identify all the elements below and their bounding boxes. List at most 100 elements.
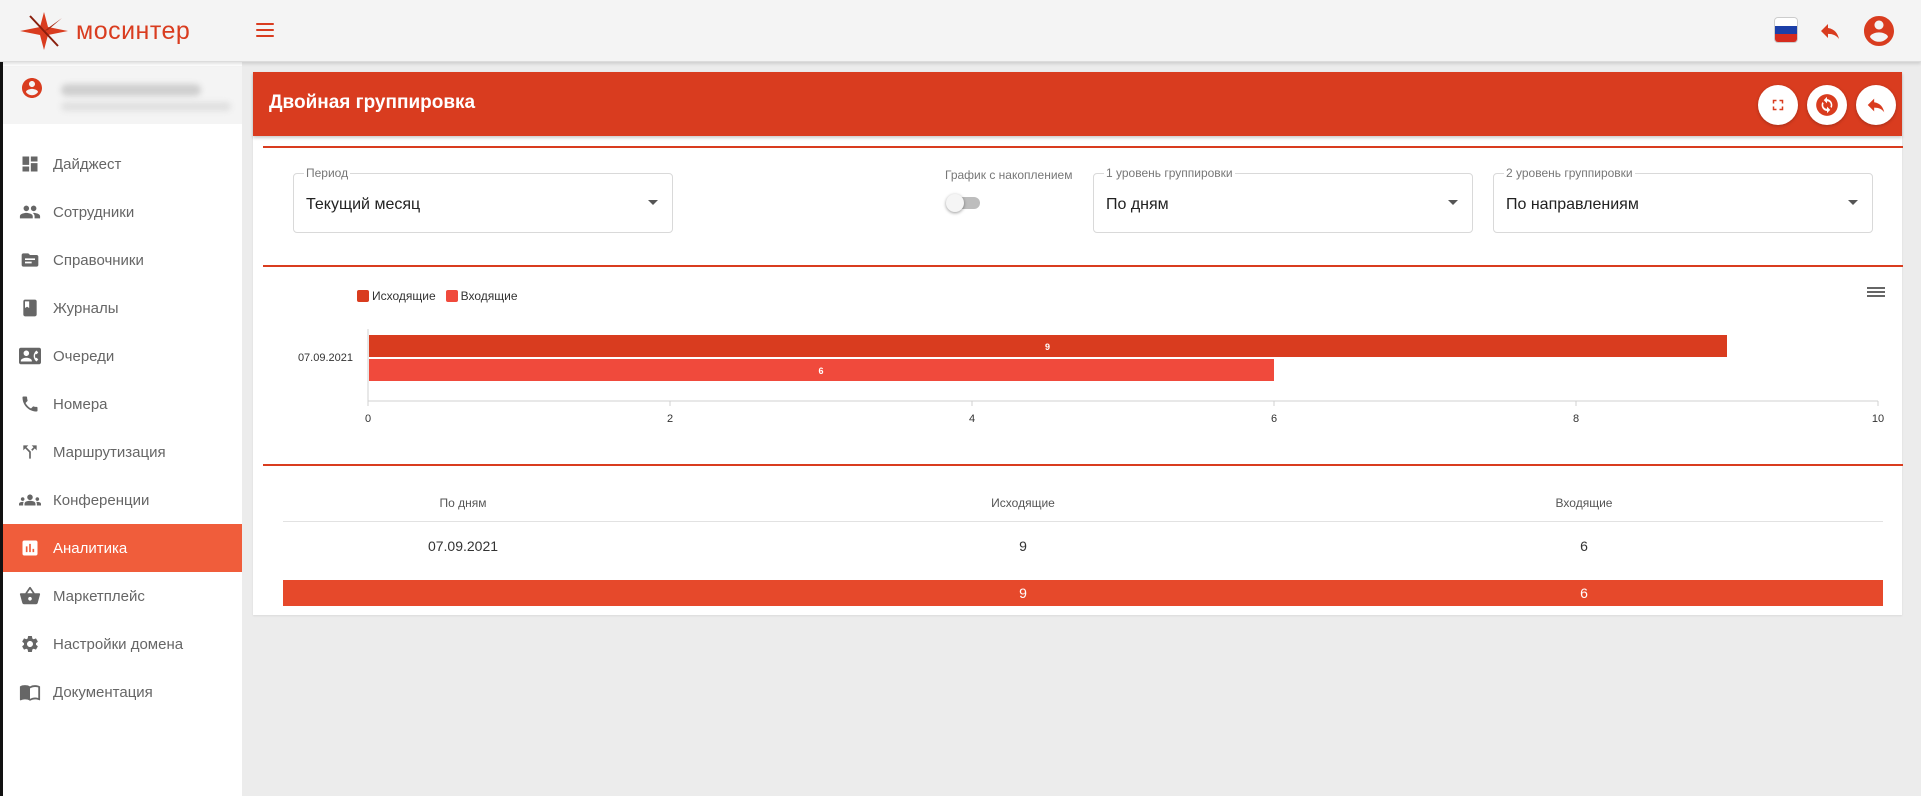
- docs-icon: [19, 681, 41, 703]
- bar-data-label: 6: [818, 366, 823, 376]
- sidebar-item-routing[interactable]: Маршрутизация: [3, 428, 242, 476]
- contact-card-icon: [19, 345, 41, 367]
- sidebar-item-label: Конференции: [53, 491, 150, 509]
- y-category-label: 07.09.2021: [298, 352, 353, 364]
- grouping-level1-value: По дням: [1106, 196, 1169, 213]
- sidebar: Дайджест Сотрудники Справочники Журналы …: [0, 62, 242, 796]
- legend-label: Входящие: [460, 289, 518, 303]
- reply-back-icon: [1867, 98, 1885, 113]
- table-row: 07.09.2021 9 6: [283, 534, 1883, 564]
- menu-bar: [256, 23, 274, 25]
- grouping-level1-select[interactable]: 1 уровень группировки По дням: [1093, 166, 1473, 233]
- refresh-icon: [1816, 94, 1838, 116]
- legend-label: Исходящие: [372, 289, 436, 303]
- groups-icon: [19, 489, 41, 511]
- fullscreen-icon: [1772, 99, 1784, 111]
- book-icon: [19, 297, 41, 319]
- dropdown-arrow-icon: [1448, 200, 1458, 205]
- brand-logo[interactable]: мосинтер: [18, 10, 190, 52]
- brand-name: мосинтер: [76, 16, 191, 45]
- sidebar-item-marketplace[interactable]: Маркетплейс: [3, 572, 242, 620]
- user-name-blurred: [61, 84, 201, 96]
- bar-chart: 0 2 4 6 8 10 9 6 07.09.2021 Исходящие Входящие: [263, 273, 1903, 463]
- accumulate-label: График с накоплением: [945, 168, 1073, 182]
- sidebar-item-analytics[interactable]: Аналитика: [3, 524, 242, 572]
- sidebar-item-label: Сотрудники: [53, 203, 135, 221]
- legend-item-outgoing[interactable]: Исходящие: [357, 289, 436, 303]
- fullscreen-button[interactable]: [1758, 85, 1798, 125]
- dashboard-icon: [19, 153, 41, 175]
- divider: [263, 146, 1903, 148]
- page-title: Двойная группировка: [269, 92, 476, 113]
- grouping-level1-label: 1 уровень группировки: [1104, 166, 1235, 180]
- refresh-button[interactable]: [1807, 85, 1847, 125]
- x-tick-label: 8: [1573, 413, 1579, 425]
- sidebar-item-directories[interactable]: Справочники: [3, 236, 242, 284]
- basket-icon: [19, 585, 41, 607]
- dropdown-arrow-icon: [1848, 200, 1858, 205]
- sidebar-item-journals[interactable]: Журналы: [3, 284, 242, 332]
- cell-day: 07.09.2021: [427, 538, 499, 554]
- table-total-row: 9 6: [283, 580, 1883, 606]
- legend-item-incoming[interactable]: Входящие: [445, 289, 518, 303]
- cell-outgoing: 9: [1019, 538, 1027, 554]
- bar-data-label: 9: [1045, 342, 1050, 352]
- analytics-icon: [19, 537, 41, 559]
- grouping-level2-value: По направлениям: [1506, 196, 1639, 213]
- card-header: Двойная группировка: [253, 72, 1902, 136]
- dropdown-arrow-icon: [648, 200, 658, 205]
- period-value: Текущий месяц: [306, 196, 421, 213]
- sidebar-item-employees[interactable]: Сотрудники: [3, 188, 242, 236]
- gear-icon: [19, 633, 41, 655]
- routing-icon: [19, 441, 41, 463]
- user-profile[interactable]: [3, 66, 242, 124]
- x-tick-label: 6: [1271, 413, 1277, 425]
- sidebar-item-queues[interactable]: Очереди: [3, 332, 242, 380]
- russian-flag-icon[interactable]: [1775, 18, 1797, 42]
- sidebar-item-conferences[interactable]: Конференции: [3, 476, 242, 524]
- x-tick-label: 0: [365, 413, 371, 425]
- sidebar-item-label: Номера: [53, 395, 108, 413]
- column-header-outgoing[interactable]: Исходящие: [923, 496, 1123, 510]
- period-select[interactable]: Период Текущий месяц: [293, 166, 673, 233]
- sidebar-item-label: Аналитика: [53, 539, 128, 557]
- column-header-incoming[interactable]: Входящие: [1484, 496, 1684, 510]
- sidebar-item-label: Документация: [53, 683, 153, 701]
- menu-toggle-button[interactable]: [252, 19, 278, 43]
- account-icon[interactable]: [1861, 13, 1897, 49]
- accumulate-toggle[interactable]: [946, 191, 982, 212]
- sidebar-item-label: Маршрутизация: [53, 443, 166, 461]
- x-tick-label: 2: [667, 413, 673, 425]
- user-avatar-icon: [22, 78, 42, 98]
- period-label: Период: [304, 166, 351, 180]
- sidebar-item-numbers[interactable]: Номера: [3, 380, 242, 428]
- sidebar-item-documentation[interactable]: Документация: [3, 668, 242, 716]
- x-tick-label: 10: [1872, 413, 1884, 425]
- legend-swatch: [445, 290, 458, 302]
- sidebar-item-label: Журналы: [53, 299, 119, 317]
- grouping-level2-label: 2 уровень группировки: [1504, 166, 1635, 180]
- reply-back-icon[interactable]: [1818, 19, 1842, 43]
- sidebar-item-digest[interactable]: Дайджест: [3, 140, 242, 188]
- sidebar-item-label: Справочники: [53, 251, 144, 269]
- chart-menu-icon[interactable]: [1867, 285, 1885, 301]
- back-button[interactable]: [1856, 85, 1896, 125]
- cell-incoming: 6: [1580, 538, 1588, 554]
- people-icon: [19, 201, 41, 223]
- sidebar-nav: Дайджест Сотрудники Справочники Журналы …: [3, 140, 242, 716]
- divider: [263, 464, 1903, 466]
- total-incoming: 6: [1580, 585, 1588, 601]
- table-header: По дням Исходящие Входящие: [283, 488, 1883, 522]
- grouping-level2-select[interactable]: 2 уровень группировки По направлениям: [1493, 166, 1873, 233]
- star-logo-icon: [20, 12, 68, 50]
- top-bar: мосинтер: [0, 0, 1921, 62]
- menu-bar: [256, 29, 274, 31]
- report-card: Двойная группировка Период Текущий месяц…: [253, 72, 1903, 615]
- user-email-blurred: [61, 102, 231, 111]
- x-tick-label: 4: [969, 413, 975, 425]
- folder-icon: [19, 249, 41, 271]
- sidebar-item-domain-settings[interactable]: Настройки домена: [3, 620, 242, 668]
- divider: [263, 265, 1903, 267]
- column-header-day[interactable]: По дням: [363, 496, 563, 510]
- sidebar-item-label: Дайджест: [53, 155, 122, 173]
